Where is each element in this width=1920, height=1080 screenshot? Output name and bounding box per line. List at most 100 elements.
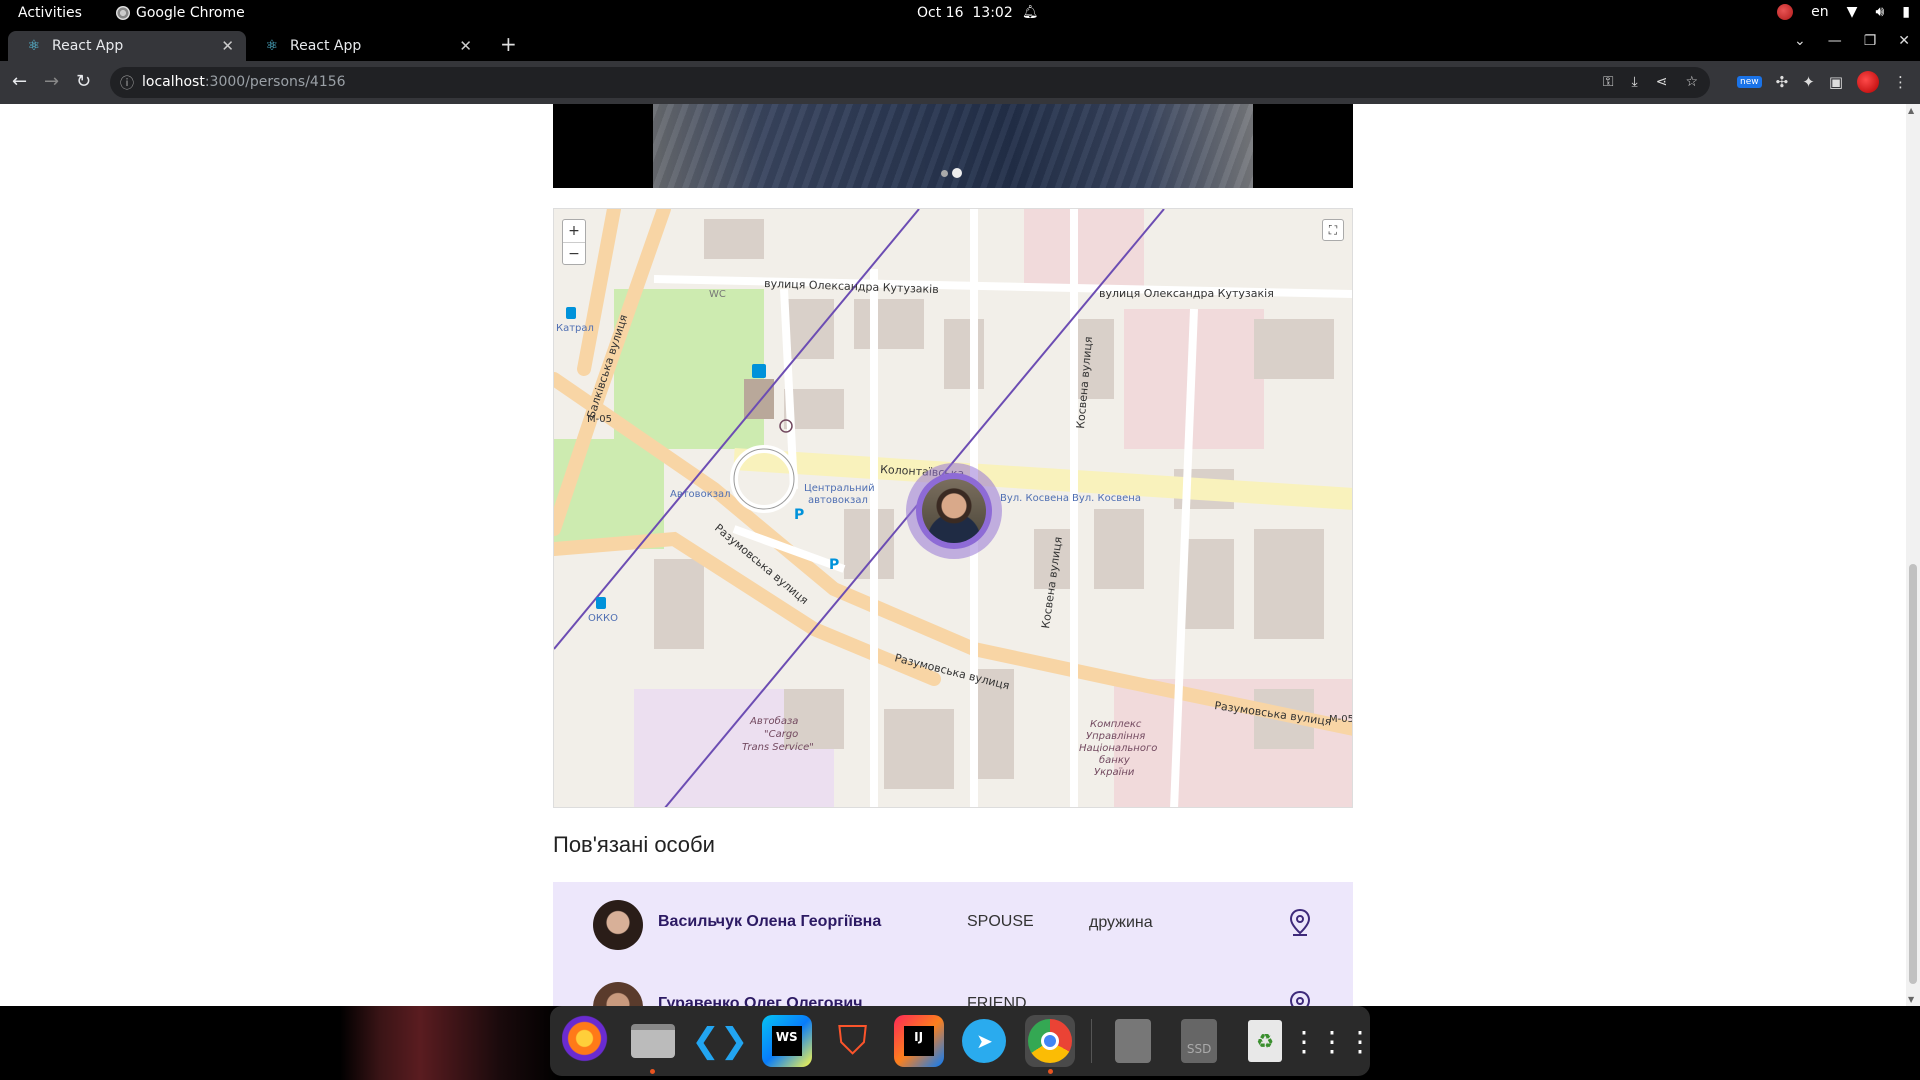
page-content: вулиця Олександра Кутузаків вулиця Олекс…: [0, 104, 1920, 1006]
install-icon[interactable]: ⤓: [1632, 74, 1638, 90]
scroll-down-icon[interactable]: ▼: [1908, 995, 1914, 1004]
tab-title: React App: [290, 38, 362, 54]
activities-button[interactable]: Activities: [18, 5, 82, 21]
location-pin-icon[interactable]: [1289, 908, 1311, 936]
wifi-icon[interactable]: ▼: [1847, 4, 1858, 20]
map-label: Вул. Косвена: [1072, 493, 1141, 504]
extension-icon[interactable]: ✣: [1776, 73, 1789, 91]
map-label: Центральний: [804, 483, 875, 494]
fuel-icon: [566, 307, 576, 319]
apps-grid-icon[interactable]: ⋮⋮⋮: [1290, 1015, 1374, 1067]
bus-station-icon: [752, 364, 766, 378]
list-item[interactable]: Васильчук Олена Георгіївна SPOUSE дружин…: [553, 882, 1353, 962]
vscode-icon[interactable]: ❮❯: [691, 1015, 748, 1067]
clock[interactable]: Oct 16 13:02: [917, 5, 1013, 21]
system-tray: en ▼ 🔊︎ ▮: [1777, 4, 1910, 20]
brave-icon[interactable]: ⛉: [828, 1015, 878, 1067]
drive-icon[interactable]: [1108, 1015, 1158, 1067]
fullscreen-button[interactable]: ⛶: [1322, 219, 1344, 241]
photo-carousel[interactable]: [553, 104, 1353, 188]
webstorm-icon[interactable]: WS: [761, 1015, 812, 1067]
map-label: Вул. Косвена: [1000, 493, 1069, 504]
notification-bell-icon[interactable]: 🔔︎: [1022, 5, 1039, 20]
maximize-icon[interactable]: ❐: [1864, 33, 1877, 49]
extension-new-icon[interactable]: new: [1737, 76, 1762, 88]
page-scrollbar[interactable]: ▲ ▼: [1906, 104, 1920, 1006]
person-name-link[interactable]: Васильчук Олена Георгіївна: [658, 913, 881, 931]
menu-kebab-icon[interactable]: ⋮: [1893, 73, 1908, 91]
record-indicator-icon[interactable]: [1777, 4, 1794, 20]
avatar: [593, 900, 643, 950]
tab-react-app-1[interactable]: ⚛ React App ✕: [8, 31, 246, 61]
person-map-marker[interactable]: [906, 463, 1002, 559]
related-persons-list: Васильчук Олена Георгіївна SPOUSE дружин…: [553, 882, 1353, 1006]
zoom-in-button[interactable]: +: [563, 220, 585, 242]
power-icon[interactable]: ▮: [1902, 4, 1910, 20]
chrome-icon[interactable]: [1025, 1015, 1076, 1074]
carousel-dot[interactable]: [941, 169, 948, 177]
minimize-icon[interactable]: —: [1828, 33, 1842, 49]
carousel-dots: [941, 168, 962, 178]
site-info-icon[interactable]: ⓘ: [120, 73, 134, 93]
map-label: "Cargo: [764, 729, 798, 740]
map-label: WC: [709, 289, 726, 300]
relation-description: дружина: [1089, 914, 1153, 931]
scrollbar-thumb[interactable]: [1909, 564, 1917, 984]
close-window-icon[interactable]: ✕: [1898, 33, 1910, 49]
app-menu[interactable]: Google Chrome: [116, 5, 245, 21]
back-icon[interactable]: ←: [12, 71, 27, 92]
tab-search-icon[interactable]: ⌄: [1794, 33, 1806, 49]
running-indicator: [650, 1069, 656, 1074]
map-label: Управління: [1086, 730, 1145, 742]
relation-type: FRIEND: [967, 995, 1027, 1006]
system-top-bar: Activities Google Chrome Oct 16 13:02 🔔︎…: [0, 0, 1920, 27]
close-icon[interactable]: ✕: [221, 37, 234, 55]
person-name-link[interactable]: Гуравенко Олег Олегович: [658, 995, 863, 1006]
tab-title: React App: [52, 38, 124, 54]
ssd-icon[interactable]: SSD: [1174, 1015, 1224, 1067]
marker-avatar: [922, 479, 986, 543]
react-icon: ⚛: [265, 38, 279, 54]
omnibox-actions: ⚿ ⤓ ⋖ ☆: [1603, 74, 1698, 90]
location-map[interactable]: вулиця Олександра Кутузаків вулиця Олекс…: [553, 208, 1353, 808]
scroll-up-icon[interactable]: ▲: [1908, 106, 1914, 115]
relation-type: SPOUSE: [967, 913, 1034, 930]
close-icon[interactable]: ✕: [459, 37, 472, 55]
address-bar[interactable]: ⓘ localhost:3000/persons/4156 ⚿ ⤓ ⋖ ☆: [110, 67, 1710, 98]
bookmark-star-icon[interactable]: ☆: [1685, 74, 1698, 90]
reload-icon[interactable]: ↻: [76, 71, 91, 92]
trash-icon[interactable]: ♻: [1240, 1015, 1290, 1067]
profile-avatar[interactable]: [1857, 71, 1879, 93]
forward-icon[interactable]: →: [44, 71, 59, 92]
browser-toolbar: ← → ↻ ⓘ localhost:3000/persons/4156 ⚿ ⤓ …: [0, 61, 1920, 104]
map-label: Автобаза: [749, 715, 798, 727]
tab-react-app-2[interactable]: ⚛ React App ✕: [246, 31, 484, 61]
fuel-icon: [596, 597, 606, 609]
side-panel-icon[interactable]: ▣: [1829, 73, 1843, 91]
react-icon: ⚛: [27, 38, 41, 54]
window-controls: ⌄ — ❐ ✕: [1794, 33, 1910, 49]
date: Oct 16: [917, 5, 964, 21]
new-tab-button[interactable]: +: [500, 32, 517, 56]
key-icon[interactable]: ⚿: [1603, 74, 1614, 90]
share-icon[interactable]: ⋖: [1656, 74, 1668, 90]
language-indicator[interactable]: en: [1811, 4, 1829, 20]
extensions-area: new ✣ ✦ ▣ ⋮: [1737, 71, 1908, 93]
zoom-control: + −: [562, 219, 586, 265]
carousel-dot-active[interactable]: [952, 168, 962, 178]
telegram-icon[interactable]: ➤: [960, 1015, 1010, 1067]
url-text: localhost:3000/persons/4156: [142, 74, 346, 90]
intellij-icon[interactable]: IJ: [893, 1015, 944, 1067]
volume-icon[interactable]: 🔊︎: [1875, 4, 1884, 20]
parking-icon: P: [794, 507, 804, 523]
files-icon[interactable]: [628, 1015, 678, 1074]
zoom-out-button[interactable]: −: [563, 242, 585, 264]
puzzle-icon[interactable]: ✦: [1802, 73, 1815, 91]
map-label: Комплекс: [1090, 719, 1142, 730]
firefox-icon[interactable]: [562, 1015, 612, 1067]
tab-strip: ⚛ React App ✕ ⚛ React App ✕: [0, 27, 1920, 61]
list-item[interactable]: Гуравенко Олег Олегович FRIEND: [553, 964, 1353, 1006]
map-label: України: [1094, 767, 1135, 778]
location-pin-icon[interactable]: [1289, 990, 1311, 1006]
dock-separator: [1091, 1019, 1093, 1063]
